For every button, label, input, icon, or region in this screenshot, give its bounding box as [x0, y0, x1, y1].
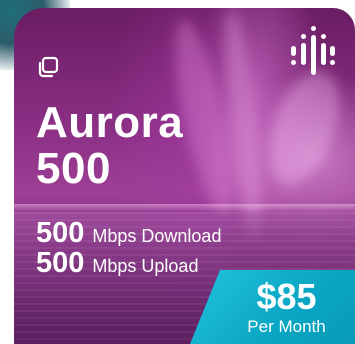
plan-name: Aurora	[36, 98, 184, 147]
upload-label: Mbps Upload	[92, 256, 199, 276]
brand-logo-icon	[291, 26, 335, 75]
horizon-glow	[14, 204, 355, 212]
speed-list: 500 Mbps Download 500 Mbps Upload	[36, 218, 221, 278]
price-period: Per Month	[247, 317, 326, 336]
page: Aurora 500 500 Mbps Download 500 Mbps Up…	[0, 0, 355, 344]
download-speed: 500 Mbps Download	[36, 218, 221, 248]
upload-value: 500	[36, 247, 85, 279]
copy-icon[interactable]	[37, 56, 59, 78]
upload-speed: 500 Mbps Upload	[36, 248, 221, 278]
plan-title: Aurora 500	[36, 100, 183, 192]
plan-tier: 500	[36, 144, 111, 193]
price-amount: $85	[256, 276, 317, 317]
download-label: Mbps Download	[92, 226, 222, 246]
download-value: 500	[36, 217, 85, 249]
